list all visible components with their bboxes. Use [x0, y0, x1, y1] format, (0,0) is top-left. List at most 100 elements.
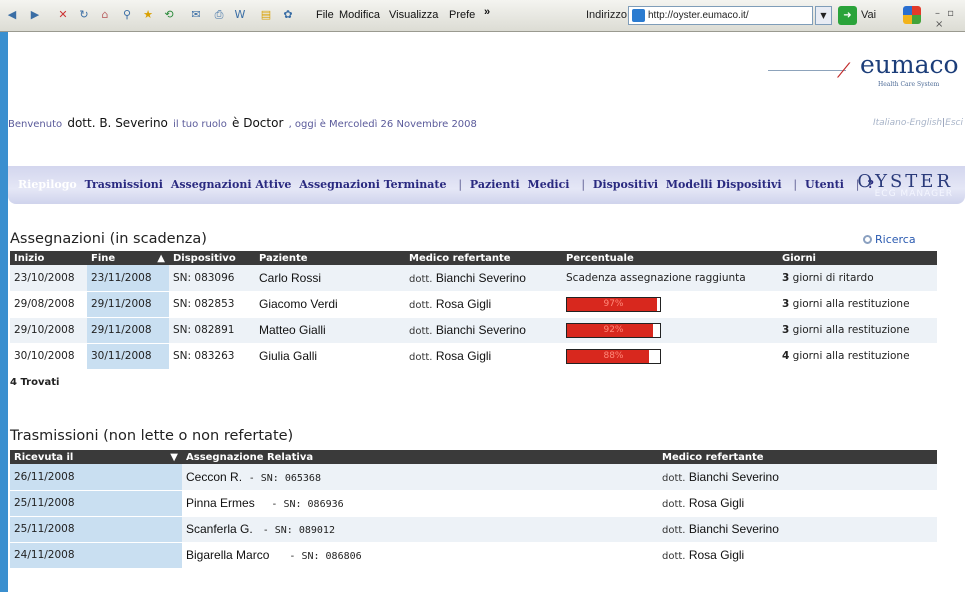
table-row[interactable]: 24/11/2008 Bigarella Marco - SN: 086806 … [10, 542, 937, 569]
logo-subtitle: Health Care System [878, 81, 940, 88]
cell-paziente[interactable]: Giacomo Verdi [255, 291, 405, 318]
role-text: il tuo ruolo [173, 119, 227, 130]
search-icon[interactable]: ⚲ [119, 7, 135, 23]
sort-asc-icon: ▲ [157, 252, 165, 264]
col-ricevuta[interactable]: Ricevuta il ▼ [10, 450, 182, 464]
site-header: ⁄ eumaco Health Care System [8, 32, 965, 110]
menu-preferiti[interactable]: Prefe [449, 9, 475, 21]
results-count: 4 Trovati [10, 377, 60, 388]
table-row[interactable]: 23/10/2008 23/11/2008 SN: 083096 Carlo R… [10, 265, 937, 292]
back-icon[interactable]: ◀ [4, 7, 20, 23]
progress-label: 92% [603, 324, 624, 335]
cell-paziente[interactable]: Giulia Galli [255, 343, 405, 370]
address-bar[interactable]: http://oyster.eumaco.it/ [628, 6, 813, 25]
eumaco-logo: eumaco [860, 50, 959, 79]
menu-overflow-chevron[interactable]: » [484, 6, 490, 18]
windows-logo-icon [903, 6, 921, 24]
col-dispositivo[interactable]: Dispositivo [169, 251, 255, 265]
welcome-prefix: Benvenuto [8, 119, 63, 130]
cell-fine: 23/11/2008 [87, 265, 169, 292]
print-icon[interactable]: ⎙ [211, 7, 227, 23]
favorites-icon[interactable]: ★ [140, 7, 156, 23]
col-assegnazione[interactable]: Assegnazione Relativa [182, 450, 658, 464]
col-inizio[interactable]: Inizio [10, 251, 87, 265]
history-icon[interactable]: ⟲ [161, 7, 177, 23]
logo-line [768, 70, 846, 71]
nav-items: Riepilogo Trasmissioni Assegnazioni Atti… [18, 178, 878, 191]
home-icon[interactable]: ⌂ [97, 7, 113, 23]
cell-percentuale: Scadenza assegnazione raggiunta [562, 265, 778, 292]
go-button[interactable]: Vai [861, 9, 876, 21]
cell-percentuale: 88% [562, 343, 778, 370]
cell-ricevuta: 25/11/2008 [10, 516, 182, 543]
logo-swoosh-icon: ⁄ [842, 58, 846, 82]
logout-link[interactable]: Esci [945, 118, 963, 128]
table-row[interactable]: 29/08/2008 29/11/2008 SN: 082853 Giacomo… [10, 291, 937, 318]
menu-file[interactable]: File [316, 9, 334, 21]
forward-icon[interactable]: ▶ [27, 7, 43, 23]
col-percentuale[interactable]: Percentuale [562, 251, 778, 265]
cell-ricevuta: 25/11/2008 [10, 490, 182, 517]
welcome-bar: Benvenuto dott. B. Severino il tuo ruolo… [8, 112, 965, 134]
nav-utenti[interactable]: Utenti [805, 178, 844, 191]
nav-modelli-dispositivi[interactable]: Modelli Dispositivi [666, 178, 782, 191]
nav-trasmissioni[interactable]: Trasmissioni [85, 178, 163, 191]
edit-icon[interactable]: W [232, 7, 248, 23]
progress-bar: 88% [566, 348, 661, 364]
go-arrow-icon[interactable]: ➜ [838, 6, 857, 25]
trasmissioni-title: Trasmissioni (non lette o non refertate) [10, 428, 294, 444]
col-fine[interactable]: Fine ▲ [87, 251, 169, 265]
stop-icon[interactable]: ✕ [55, 7, 71, 23]
col-giorni[interactable]: Giorni [778, 251, 937, 265]
table-row[interactable]: 29/10/2008 29/11/2008 SN: 082891 Matteo … [10, 317, 937, 344]
cell-giorni: 4 giorni alla restituzione [778, 343, 937, 370]
cell-assegnazione[interactable]: Ceccon R. - SN: 065368 [182, 464, 658, 491]
table-row[interactable]: 30/10/2008 30/11/2008 SN: 083263 Giulia … [10, 343, 937, 370]
nav-pazienti[interactable]: Pazienti [470, 178, 520, 191]
nav-riepilogo[interactable]: Riepilogo [18, 178, 77, 191]
sort-desc-icon: ▼ [170, 451, 178, 463]
col-medico[interactable]: Medico refertante [405, 251, 562, 265]
table-row[interactable]: 26/11/2008 Ceccon R. - SN: 065368 dott. … [10, 464, 937, 491]
cell-assegnazione[interactable]: Scanferla G. - SN: 089012 [182, 516, 658, 543]
nav-separator: | [793, 178, 798, 191]
cell-assegnazione[interactable]: Pinna Ermes - SN: 086936 [182, 490, 658, 517]
cell-inizio: 23/10/2008 [10, 265, 87, 292]
ricerca-label: Ricerca [875, 233, 916, 246]
nav-dispositivi[interactable]: Dispositivi [593, 178, 658, 191]
cell-percentuale: 92% [562, 317, 778, 344]
cell-paziente[interactable]: Carlo Rossi [255, 265, 405, 292]
lang-english-link[interactable]: English [910, 118, 943, 128]
mail-icon[interactable]: ✉ [188, 7, 204, 23]
table-row[interactable]: 25/11/2008 Scanferla G. - SN: 089012 dot… [10, 516, 937, 543]
address-dropdown-icon[interactable]: ▼ [815, 6, 832, 25]
trasmissioni-table: Ricevuta il ▼ Assegnazione Relativa Medic… [10, 450, 937, 569]
nav-assegnazioni-attive[interactable]: Assegnazioni Attive [171, 178, 292, 191]
oyster-logo-subtitle: ECG MANAGER [874, 189, 953, 199]
messenger-icon[interactable]: ✿ [280, 7, 296, 23]
window-controls[interactable]: – ▫ × [935, 8, 965, 30]
cell-ricevuta: 26/11/2008 [10, 464, 182, 491]
refresh-icon[interactable]: ↻ [76, 7, 92, 23]
cell-dispositivo: SN: 082891 [169, 317, 255, 344]
progress-label: 88% [603, 350, 624, 361]
lang-italiano-link[interactable]: Italiano [873, 118, 906, 128]
table-row[interactable]: 25/11/2008 Pinna Ermes - SN: 086936 dott… [10, 490, 937, 517]
user-role: è Doctor [232, 116, 284, 130]
nav-medici[interactable]: Medici [528, 178, 570, 191]
menu-visualizza[interactable]: Visualizza [389, 9, 438, 21]
menu-modifica[interactable]: Modifica [339, 9, 380, 21]
nav-assegnazioni-terminate[interactable]: Assegnazioni Terminate [299, 178, 446, 191]
nav-separator: | [458, 178, 463, 191]
ricerca-link[interactable]: Ricerca [863, 233, 916, 246]
assegnazioni-title: Assegnazioni (in scadenza) [10, 231, 207, 247]
cell-paziente[interactable]: Matteo Gialli [255, 317, 405, 344]
col-medico[interactable]: Medico refertante [658, 450, 937, 464]
folder-icon[interactable]: ▤ [258, 7, 274, 23]
col-paziente[interactable]: Paziente [255, 251, 405, 265]
user-name: dott. B. Severino [67, 116, 168, 130]
address-label: Indirizzo [586, 9, 627, 21]
cell-assegnazione[interactable]: Bigarella Marco - SN: 086806 [182, 542, 658, 569]
page-icon [632, 9, 645, 22]
cell-medico: dott. Rosa Gigli [405, 343, 562, 370]
